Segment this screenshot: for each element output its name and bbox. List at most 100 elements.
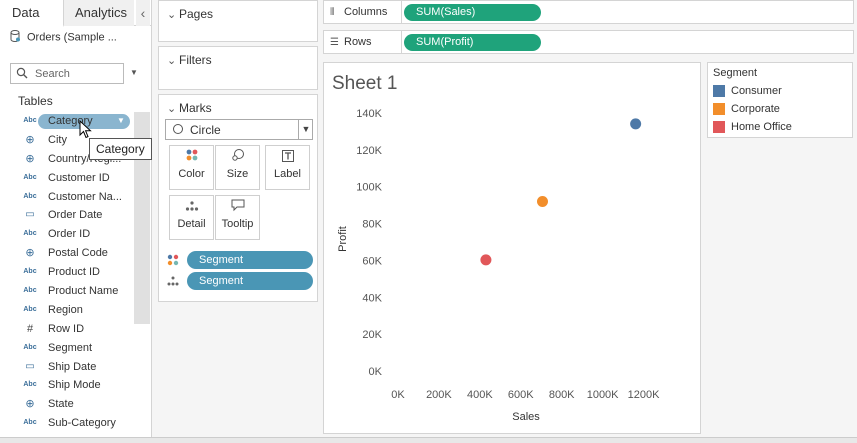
field-item[interactable]: Abc Sub-Category	[0, 414, 152, 433]
field-item[interactable]: Abc Product Name	[0, 282, 152, 301]
mouse-cursor-icon	[79, 120, 92, 139]
abc-icon: Abc	[23, 287, 37, 295]
marks-label: Marks	[179, 101, 212, 115]
tab-data[interactable]: Data	[0, 0, 64, 27]
y-tick-label: 140K	[356, 108, 382, 120]
rows-shelf[interactable]: ☰ Rows SUM(Profit)	[323, 30, 854, 54]
text-label-icon	[266, 146, 309, 168]
field-item[interactable]: Abc Customer ID	[0, 169, 152, 188]
size-button[interactable]: Size	[215, 145, 260, 190]
field-name: Customer ID	[48, 171, 110, 184]
worksheet-view[interactable]: Sheet 1 0K 20K 40K 60K 80K 100K 120K 140K 0K 200…	[323, 62, 701, 434]
tooltip-button[interactable]: Tooltip	[215, 195, 260, 240]
data-point-corporate[interactable]	[536, 195, 548, 207]
collapse-pane-icon[interactable]: ‹	[136, 0, 150, 26]
columns-icon: ⦀	[330, 7, 335, 18]
abc-icon: Abc	[23, 230, 37, 238]
calendar-icon: ▭	[25, 360, 35, 372]
field-item[interactable]: Abc Ship Mode	[0, 376, 152, 395]
search-options-dropdown-icon[interactable]: ▼	[130, 68, 138, 77]
field-item[interactable]: Abc Order ID	[0, 225, 152, 244]
search-input[interactable]	[35, 66, 121, 81]
datasource-item[interactable]: Orders (Sample ...	[10, 30, 145, 48]
size-label: Size	[226, 168, 249, 180]
color-legend: Segment Consumer Corporate Home Office	[707, 62, 853, 138]
field-name: Product ID	[48, 266, 100, 279]
chevron-down-icon[interactable]: ⌄	[167, 102, 179, 115]
segment-color-pill[interactable]: Segment	[187, 251, 313, 269]
x-tick-label: 800K	[549, 389, 575, 401]
mark-pill-row-detail: Segment	[165, 272, 315, 290]
search-box[interactable]	[10, 63, 124, 84]
label-button[interactable]: Label	[265, 145, 310, 190]
field-item[interactable]: # Row ID	[0, 320, 152, 339]
y-axis-title[interactable]: Profit	[337, 226, 349, 252]
field-item[interactable]: Abc Customer Na...	[0, 188, 152, 207]
x-tick-label: 200K	[426, 389, 452, 401]
field-name: Order Date	[48, 209, 103, 222]
abc-icon: Abc	[23, 305, 37, 313]
tooltip-bubble-icon	[216, 196, 259, 218]
detail-dots-icon	[167, 276, 179, 286]
field-list: Abc Category ▼ ⊕ City ⊕ Country/Regi... Abc Cust…	[0, 112, 152, 433]
globe-icon: ⊕	[25, 247, 35, 260]
field-item[interactable]: ⊕ State	[0, 395, 152, 414]
columns-label: Columns	[344, 6, 388, 18]
field-item[interactable]: ▭ Ship Date	[0, 358, 152, 377]
globe-icon: ⊕	[25, 398, 35, 411]
y-tick-label: 20K	[362, 329, 382, 341]
detail-button[interactable]: Detail	[169, 195, 214, 240]
field-item[interactable]: ▭ Order Date	[0, 206, 152, 225]
filters-card: ⌄ Filters	[158, 46, 318, 90]
field-item[interactable]: Abc Region	[0, 301, 152, 320]
abc-icon: Abc	[23, 192, 37, 200]
sum-sales-pill[interactable]: SUM(Sales)	[404, 4, 541, 21]
y-axis[interactable]: 0K 20K 40K 60K 80K 100K 120K 140K	[356, 108, 382, 378]
search-icon	[16, 67, 28, 79]
sum-profit-pill[interactable]: SUM(Profit)	[404, 34, 541, 51]
abc-icon: Abc	[23, 381, 37, 389]
y-tick-label: 100K	[356, 182, 382, 194]
legend-item-label: Corporate	[731, 103, 780, 115]
legend-item-label: Consumer	[731, 85, 782, 97]
field-item[interactable]: Abc Segment	[0, 339, 152, 358]
chevron-down-icon[interactable]: ▼	[298, 120, 313, 139]
color-label: Color	[178, 168, 205, 180]
circle-mark-icon	[173, 124, 183, 134]
field-item[interactable]: Abc Product ID	[0, 263, 152, 282]
scatter-chart: 0K 20K 40K 60K 80K 100K 120K 140K 0K 200K 400K 600…	[337, 108, 660, 423]
legend-title: Segment	[713, 67, 758, 79]
y-tick-label: 40K	[362, 292, 382, 304]
y-tick-label: 0K	[369, 366, 383, 378]
datasource-name: Orders (Sample ...	[27, 31, 117, 44]
field-name: Ship Date	[48, 360, 97, 373]
rows-label: Rows	[344, 36, 372, 48]
abc-icon: Abc	[23, 173, 37, 181]
x-axis-title[interactable]: Sales	[512, 411, 540, 423]
chevron-down-icon[interactable]: ⌄	[167, 54, 179, 67]
columns-shelf[interactable]: ⦀ Columns SUM(Sales)	[323, 0, 854, 24]
tab-analytics[interactable]: Analytics	[64, 0, 134, 26]
field-name: Postal Code	[48, 247, 108, 260]
marks-card-title: ⌄ Marks	[167, 101, 212, 115]
abc-icon: Abc	[23, 343, 37, 351]
field-item[interactable]: ⊕ Postal Code	[0, 244, 152, 263]
pages-label: Pages	[179, 7, 214, 21]
sheet-tabs-bar[interactable]	[0, 437, 857, 443]
segment-detail-pill[interactable]: Segment	[187, 272, 313, 290]
data-point-consumer[interactable]	[630, 118, 642, 130]
data-point-home-office[interactable]	[480, 254, 492, 266]
marks-card: ⌄ Marks Circle ▼ Color Size Label Detail …	[158, 94, 318, 302]
field-name: Segment	[48, 341, 93, 354]
shelf-divider	[401, 1, 402, 23]
field-item[interactable]: Abc Category ▼	[0, 112, 152, 131]
mark-type-select[interactable]: Circle ▼	[165, 119, 313, 140]
field-menu-caret-icon[interactable]: ▼	[117, 112, 125, 131]
field-name: State	[48, 398, 74, 411]
x-axis[interactable]: 0K 200K 400K 600K 800K 1000K 1200K	[391, 389, 660, 401]
color-button[interactable]: Color	[169, 145, 214, 190]
globe-icon: ⊕	[25, 152, 35, 165]
color-dots-icon	[167, 254, 179, 266]
x-tick-label: 1200K	[628, 389, 660, 401]
chevron-down-icon[interactable]: ⌄	[167, 8, 179, 21]
